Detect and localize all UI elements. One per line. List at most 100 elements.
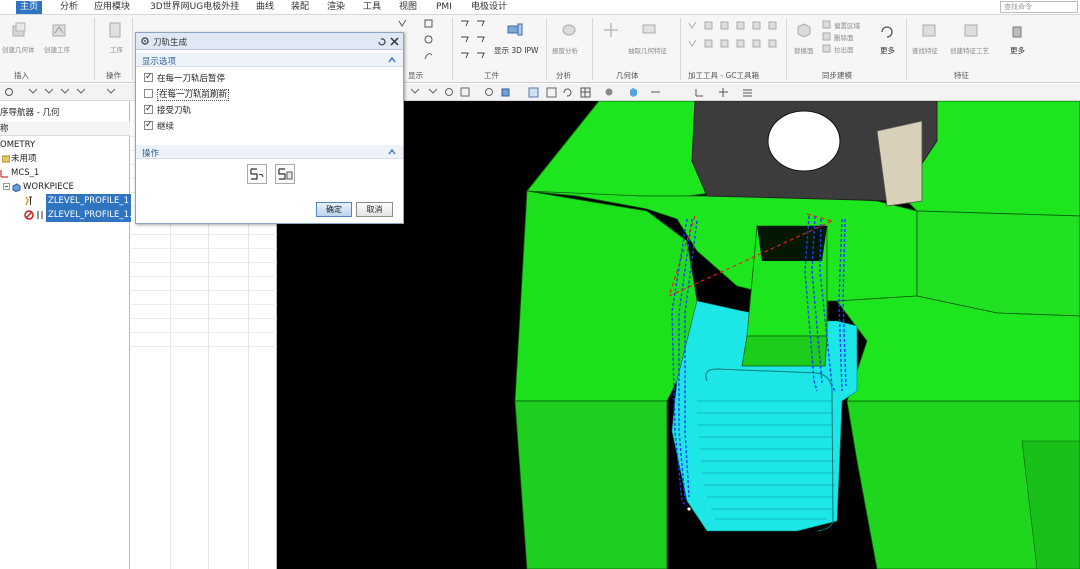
display-icon-2[interactable]: [424, 19, 433, 28]
view-icon-3[interactable]: [444, 87, 455, 98]
gc-icon-10[interactable]: [736, 39, 745, 48]
tab-analysis[interactable]: 分析: [56, 1, 82, 14]
plus-icon[interactable]: [602, 21, 620, 39]
offset-region-label[interactable]: 偏置区域: [834, 20, 860, 30]
tree-item-unused[interactable]: 未用项: [0, 152, 130, 166]
section-icon[interactable]: [650, 87, 661, 98]
navigator-column-header[interactable]: 称: [0, 122, 130, 136]
step-toolpath-button[interactable]: [247, 164, 267, 184]
command-search-input[interactable]: 查找命令: [1000, 1, 1078, 13]
close-icon[interactable]: [390, 37, 399, 46]
tree-item-zlevel-profile-1[interactable]: ZLEVEL_PROFILE_1: [0, 194, 131, 208]
show-3d-ipw-icon[interactable]: [506, 20, 524, 38]
checkbox-box[interactable]: [144, 89, 153, 98]
gc-icon-7[interactable]: [688, 39, 697, 48]
tree-item-zlevel-profile-1-copy[interactable]: ZLEVEL_PROFILE_1...: [0, 208, 140, 222]
tab-application[interactable]: 应用模块: [90, 1, 134, 14]
tab-electrode-design[interactable]: 电极设计: [467, 1, 511, 14]
tab-pmi[interactable]: PMI: [432, 1, 456, 14]
more-sync-label[interactable]: 更多: [880, 45, 895, 56]
gc-icon-11[interactable]: [752, 39, 761, 48]
display-icon-1[interactable]: [398, 19, 407, 28]
grid-icon[interactable]: [580, 87, 591, 98]
gc-icon-4[interactable]: [736, 21, 745, 30]
filter-icon-2[interactable]: [44, 87, 55, 98]
find-feature-icon[interactable]: [920, 21, 938, 39]
chevron-up-icon[interactable]: [388, 56, 396, 64]
workpiece-icon-2[interactable]: [476, 19, 485, 28]
tab-view[interactable]: 视图: [395, 1, 421, 14]
filter-icon-3[interactable]: [60, 87, 71, 98]
render-icon-2[interactable]: [546, 87, 557, 98]
create-operation-icon[interactable]: [50, 21, 68, 39]
gc-icon-2[interactable]: [704, 21, 713, 30]
view-icon-5[interactable]: [484, 87, 495, 98]
gc-icon-8[interactable]: [704, 39, 713, 48]
checkbox-box[interactable]: [144, 103, 153, 115]
reset-icon[interactable]: [377, 37, 386, 46]
tab-curve[interactable]: 曲线: [252, 1, 278, 14]
tab-tools[interactable]: 工具: [359, 1, 385, 14]
delete-face-label[interactable]: 删除面: [834, 32, 854, 42]
display-icon-3[interactable]: [424, 35, 433, 44]
move-icon[interactable]: [718, 87, 729, 98]
wcs-icon[interactable]: [694, 87, 705, 98]
view-icon-4[interactable]: [460, 87, 471, 98]
shade-icon-2[interactable]: [628, 87, 639, 98]
dialog-titlebar[interactable]: 刀轨生成: [136, 33, 403, 50]
scrap-analysis-icon[interactable]: [560, 21, 578, 39]
operation-icon[interactable]: [106, 21, 124, 39]
list-toolpath-button[interactable]: [275, 164, 295, 184]
ok-button[interactable]: 确定: [316, 202, 352, 217]
tree-item-mcs[interactable]: MCS_1: [0, 166, 130, 180]
view-cube-icon[interactable]: [500, 87, 511, 98]
tab-render[interactable]: 渲染: [323, 1, 349, 14]
gc-icon-1[interactable]: [688, 21, 697, 30]
workpiece-icon-4[interactable]: [476, 35, 485, 44]
workpiece-icon-3[interactable]: [460, 35, 469, 44]
workpiece-icon-6[interactable]: [476, 51, 485, 60]
tree-item-workpiece[interactable]: WORKPIECE: [0, 180, 130, 194]
replace-face-icon[interactable]: [795, 21, 813, 39]
filter-icon-4[interactable]: [76, 87, 87, 98]
view-icon-1[interactable]: [410, 87, 421, 98]
filter-icon-1[interactable]: [28, 87, 39, 98]
gc-icon-12[interactable]: [768, 39, 777, 48]
chevron-up-icon[interactable]: [388, 148, 396, 156]
continue-checkbox[interactable]: 继续: [144, 119, 174, 133]
pause-after-each-checkbox[interactable]: 在每一刀轨后暂停: [144, 71, 225, 85]
gc-icon-9[interactable]: [720, 39, 729, 48]
display-options-section-header[interactable]: 显示选项: [136, 53, 403, 67]
gc-icon-6[interactable]: [768, 21, 777, 30]
shade-icon[interactable]: [604, 87, 615, 98]
gc-icon-3[interactable]: [720, 21, 729, 30]
more-sync-icon[interactable]: [878, 23, 896, 41]
accept-toolpath-checkbox[interactable]: 接受刀轨: [144, 103, 191, 117]
create-geometry-icon[interactable]: [10, 21, 28, 39]
settings-icon[interactable]: [742, 87, 753, 98]
filter-icon-5[interactable]: [106, 87, 117, 98]
extract-geometry-icon[interactable]: [640, 19, 658, 37]
snap-icon[interactable]: [4, 87, 15, 98]
operation-section-header[interactable]: 操作: [136, 145, 403, 159]
tab-assembly[interactable]: 装配: [287, 1, 313, 14]
collapse-icon[interactable]: [3, 183, 10, 190]
workpiece-icon-5[interactable]: [460, 51, 469, 60]
cancel-button[interactable]: 取消: [356, 202, 393, 217]
tree-item-geometry[interactable]: OMETRY: [0, 138, 130, 152]
create-feature-process-icon[interactable]: [962, 21, 980, 39]
render-icon-1[interactable]: [528, 87, 539, 98]
workpiece-icon-1[interactable]: [460, 19, 469, 28]
gc-icon-5[interactable]: [752, 21, 761, 30]
checkbox-box[interactable]: [144, 71, 153, 83]
checkbox-box[interactable]: [144, 119, 153, 131]
refresh-before-each-checkbox[interactable]: 在每一刀轨前刷新: [144, 89, 230, 101]
view-icon-2[interactable]: [428, 87, 439, 98]
tab-3dworld-plugin[interactable]: 3D世界网UG电极外挂: [146, 1, 243, 14]
display-icon-4[interactable]: [424, 51, 433, 60]
pull-face-label[interactable]: 拉出面: [834, 44, 854, 54]
tab-home[interactable]: 主页: [16, 1, 43, 14]
more-feature-icon[interactable]: [1008, 23, 1026, 41]
refresh-icon[interactable]: [562, 87, 573, 98]
more-feature-label[interactable]: 更多: [1010, 45, 1025, 56]
